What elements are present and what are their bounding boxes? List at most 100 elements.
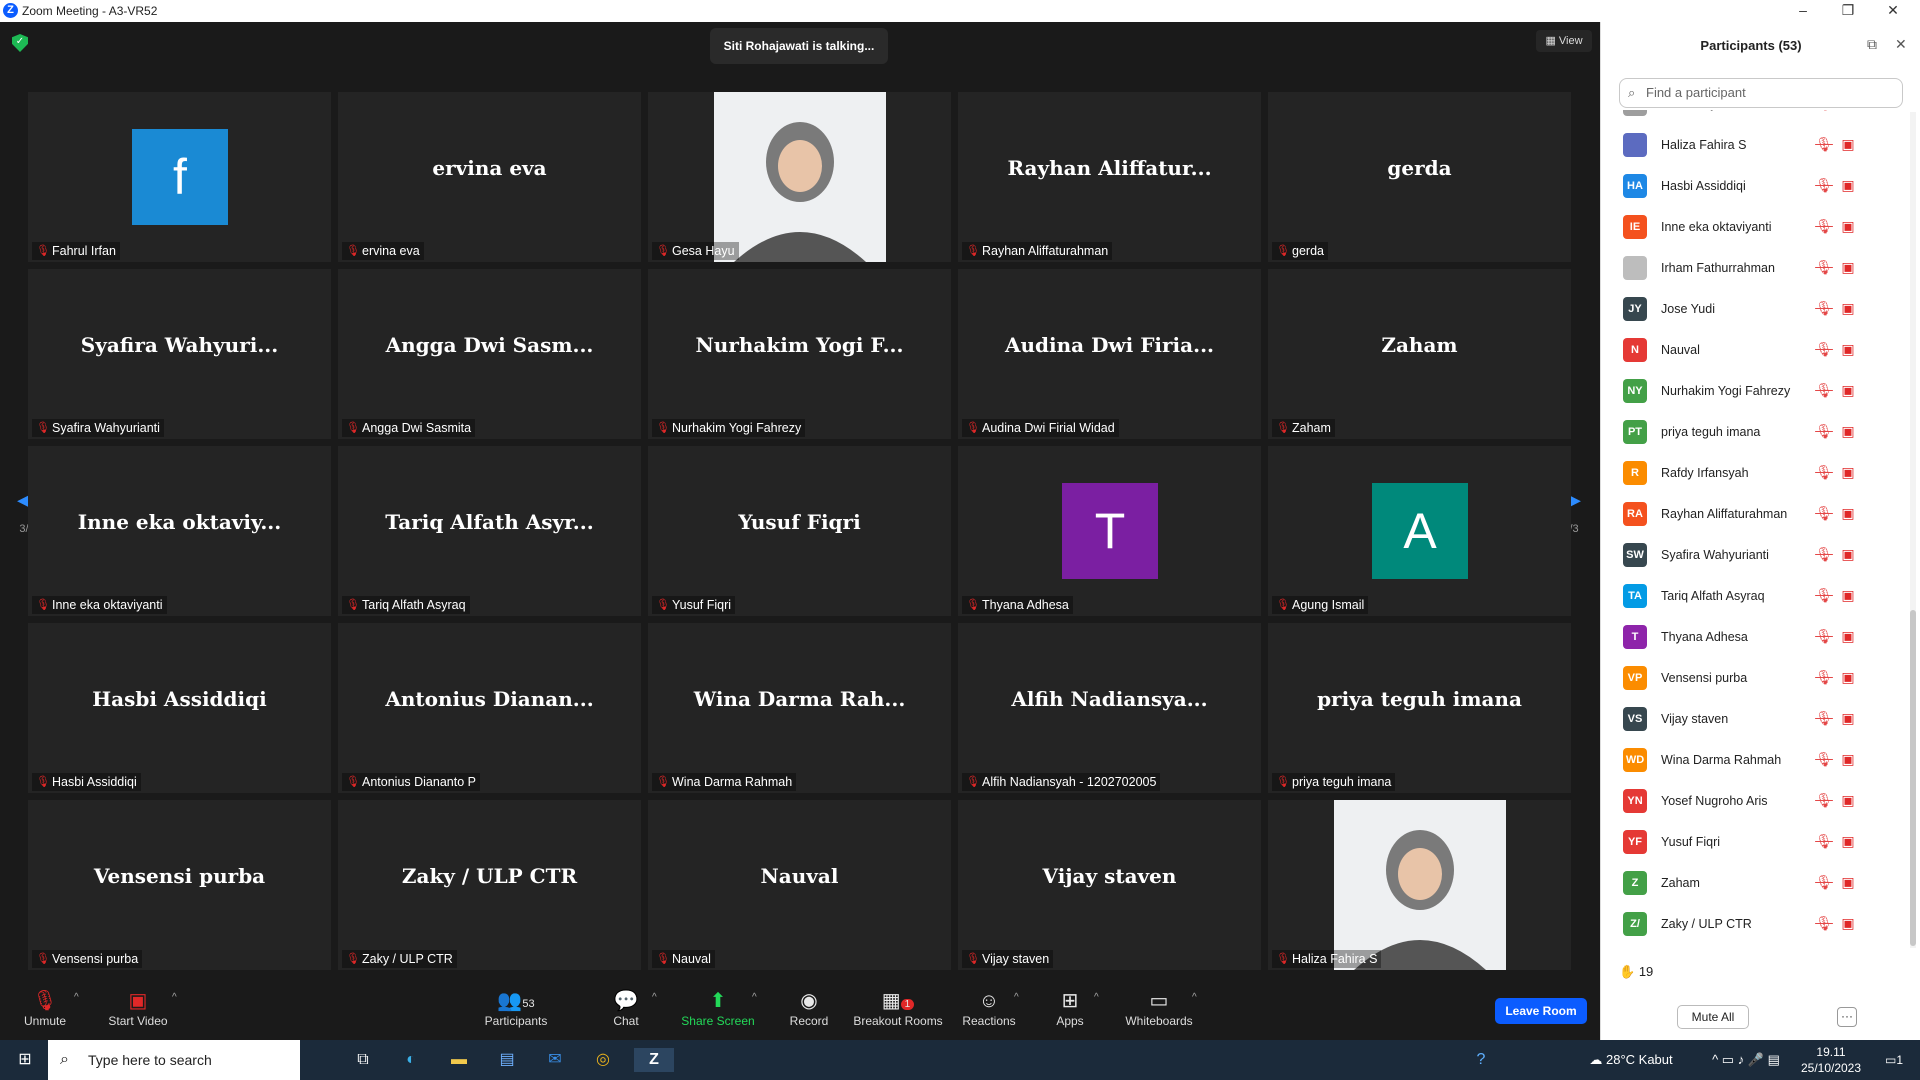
reactions-button[interactable]: ☺ Reactions [962, 988, 1016, 1028]
view-button[interactable]: ▦ View [1536, 30, 1592, 52]
system-tray-icons[interactable]: ^ ▭ ♪ 🎤 ▤ [1706, 1048, 1786, 1072]
start-video-button[interactable]: ▣ Start Video [106, 988, 170, 1028]
video-off-icon[interactable]: ▣ [1839, 546, 1857, 562]
participant-row[interactable]: Z/Zaky / ULP CTR 🎙 ▣ [1601, 904, 1906, 945]
muted-mic-icon[interactable]: 🎙 [1815, 464, 1833, 480]
video-off-icon[interactable]: ▣ [1839, 915, 1857, 931]
chat-button[interactable]: 💬 Chat [606, 988, 646, 1028]
participant-row[interactable]: TA Tariq Alfath Asyraq 🎙 ▣ [1601, 576, 1906, 617]
share-screen-button[interactable]: ⬆ Share Screen [680, 988, 756, 1028]
muted-mic-icon[interactable]: 🎙 [1815, 874, 1833, 890]
reactions-options-caret[interactable]: ^ [1014, 992, 1019, 1003]
muted-mic-icon[interactable]: 🎙 [1815, 505, 1833, 521]
weather-widget[interactable]: ☁ 28°C Kabut [1576, 1048, 1686, 1072]
video-tile[interactable]: T 🎙 Thyana Adhesa [958, 446, 1261, 616]
video-off-icon[interactable]: ▣ [1839, 136, 1857, 152]
muted-mic-icon[interactable]: 🎙 [1815, 628, 1833, 644]
whiteboards-options-caret[interactable]: ^ [1192, 992, 1197, 1003]
edge-icon[interactable]: ◐ [398, 1048, 424, 1072]
participant-row[interactable]: YN Yosef Nugroho Aris 🎙 ▣ [1601, 781, 1906, 822]
participant-row[interactable]: JY Jose Yudi 🎙 ▣ [1601, 289, 1906, 330]
participant-row[interactable]: WD Wina Darma Rahmah 🎙 ▣ [1601, 740, 1906, 781]
video-off-icon[interactable]: ▣ [1839, 710, 1857, 726]
video-tile[interactable]: Vensensi purba 🎙 Vensensi purba [28, 800, 331, 970]
apps-button[interactable]: ⊞ Apps [1054, 988, 1086, 1028]
video-tile[interactable]: Zaham 🎙 Zaham [1268, 269, 1571, 439]
audio-options-caret[interactable]: ^ [74, 992, 79, 1003]
participant-row[interactable]: PT priya teguh imana 🎙 ▣ [1601, 412, 1906, 453]
participant-row[interactable]: T Thyana Adhesa 🎙 ▣ [1601, 617, 1906, 658]
participant-row[interactable]: Z Zaham 🎙 ▣ [1601, 863, 1906, 904]
notification-center-icon[interactable]: ▭1 [1880, 1048, 1908, 1072]
muted-mic-icon[interactable]: 🎙 [1815, 300, 1833, 316]
video-tile[interactable]: priya teguh imana 🎙 priya teguh imana [1268, 623, 1571, 793]
video-tile[interactable]: gerda 🎙 gerda [1268, 92, 1571, 262]
windows-start-icon[interactable]: ⊞ [12, 1048, 38, 1072]
muted-mic-icon[interactable]: 🎙 [1815, 177, 1833, 193]
video-off-icon[interactable]: ▣ [1839, 300, 1857, 316]
muted-mic-icon[interactable]: 🎙 [1815, 915, 1833, 931]
zoom-taskbar-icon[interactable]: Z [634, 1048, 674, 1072]
muted-mic-icon[interactable]: 🎙 [1815, 382, 1833, 398]
video-off-icon[interactable]: ▣ [1839, 218, 1857, 234]
participant-row[interactable]: Haliza Fahira S 🎙 ▣ [1601, 125, 1906, 166]
video-off-icon[interactable]: ▣ [1839, 628, 1857, 644]
muted-mic-icon[interactable]: 🎙 [1815, 341, 1833, 357]
muted-mic-icon[interactable]: 🎙 [1815, 587, 1833, 603]
video-tile[interactable]: Syafira Wahyuri... 🎙 Syafira Wahyurianti [28, 269, 331, 439]
video-tile[interactable]: Zaky / ULP CTR 🎙 Zaky / ULP CTR [338, 800, 641, 970]
chat-options-caret[interactable]: ^ [652, 992, 657, 1003]
participant-row[interactable]: R Rafdy Irfansyah 🎙 ▣ [1601, 453, 1906, 494]
video-tile[interactable]: ervina eva 🎙 ervina eva [338, 92, 641, 262]
participant-row[interactable]: YF Yusuf Fiqri 🎙 ▣ [1601, 822, 1906, 863]
participant-row[interactable]: SW Syafira Wahyurianti 🎙 ▣ [1601, 535, 1906, 576]
video-off-icon[interactable]: ▣ [1839, 382, 1857, 398]
participants-button[interactable]: 👥53 Participants [480, 988, 552, 1028]
mute-all-button[interactable]: Mute All [1677, 1005, 1749, 1029]
muted-mic-icon[interactable]: 🎙 [1815, 259, 1833, 275]
more-options-button[interactable]: ··· [1837, 1007, 1857, 1027]
participant-row[interactable]: Irham Fathurrahman 🎙 ▣ [1601, 248, 1906, 289]
video-off-icon[interactable]: ▣ [1839, 587, 1857, 603]
muted-mic-icon[interactable]: 🎙 [1815, 546, 1833, 562]
file-explorer-icon[interactable]: ▬ [446, 1048, 472, 1072]
video-tile[interactable]: Nauval 🎙 Nauval [648, 800, 951, 970]
close-panel-icon[interactable]: ✕ [1895, 36, 1907, 53]
participant-row[interactable]: VS Vijay staven 🎙 ▣ [1601, 699, 1906, 740]
record-button[interactable]: ◉ Record [786, 988, 832, 1028]
video-off-icon[interactable]: ▣ [1839, 792, 1857, 808]
video-tile[interactable]: f 🎙 Fahrul Irfan [28, 92, 331, 262]
close-window-button[interactable]: ✕ [1871, 0, 1915, 22]
video-off-icon[interactable]: ▣ [1839, 259, 1857, 275]
help-icon[interactable]: ? [1468, 1048, 1494, 1072]
whiteboards-button[interactable]: ▭ Whiteboards [1124, 988, 1194, 1028]
participant-row[interactable]: HA Hasbi Assiddiqi 🎙 ▣ [1601, 166, 1906, 207]
breakout-rooms-button[interactable]: ▦ 1 Breakout Rooms [852, 988, 944, 1028]
video-off-icon[interactable]: ▣ [1839, 505, 1857, 521]
minimize-button[interactable]: – [1781, 0, 1825, 22]
taskbar-search-input[interactable]: ⌕ Type here to search [48, 1040, 300, 1080]
muted-mic-icon[interactable]: 🎙 [1815, 792, 1833, 808]
muted-mic-icon[interactable]: 🎙 [1815, 751, 1833, 767]
video-tile[interactable]: Audina Dwi Firia... 🎙 Audina Dwi Firial Wi… [958, 269, 1261, 439]
participant-row[interactable]: N Nauval 🎙 ▣ [1601, 330, 1906, 371]
video-off-icon[interactable]: ▣ [1839, 341, 1857, 357]
video-tile[interactable]: Hasbi Assiddiqi 🎙 Hasbi Assiddiqi [28, 623, 331, 793]
video-tile[interactable]: Angga Dwi Sasm... 🎙 Angga Dwi Sasmita [338, 269, 641, 439]
security-shield-icon[interactable]: ✓ [12, 34, 28, 52]
video-off-icon[interactable]: ▣ [1839, 751, 1857, 767]
video-tile[interactable]: 🎙 Gesa Hayu [648, 92, 951, 262]
participant-row[interactable]: RA Rayhan Aliffaturahman 🎙 ▣ [1601, 494, 1906, 535]
muted-mic-icon[interactable]: 🎙 [1815, 110, 1833, 111]
video-off-icon[interactable]: ▣ [1839, 833, 1857, 849]
video-tile[interactable]: Antonius Dianan... 🎙 Antonius Diananto P [338, 623, 641, 793]
video-tile[interactable]: Alfih Nadiansya... 🎙 Alfih Nadiansyah - 12… [958, 623, 1261, 793]
video-tile[interactable]: Wina Darma Rah... 🎙 Wina Darma Rahmah [648, 623, 951, 793]
video-tile[interactable]: 🎙 Haliza Fahira S [1268, 800, 1571, 970]
participant-scroll-thumb[interactable] [1910, 610, 1916, 946]
unmute-button[interactable]: 🎙 Unmute [20, 988, 70, 1028]
mail-icon[interactable]: ✉ [542, 1048, 568, 1072]
muted-mic-icon[interactable]: 🎙 [1815, 136, 1833, 152]
task-view-icon[interactable]: ⧉ [350, 1048, 376, 1072]
participant-row[interactable]: Gesa Hayu 🎙 ▣ [1601, 110, 1906, 125]
